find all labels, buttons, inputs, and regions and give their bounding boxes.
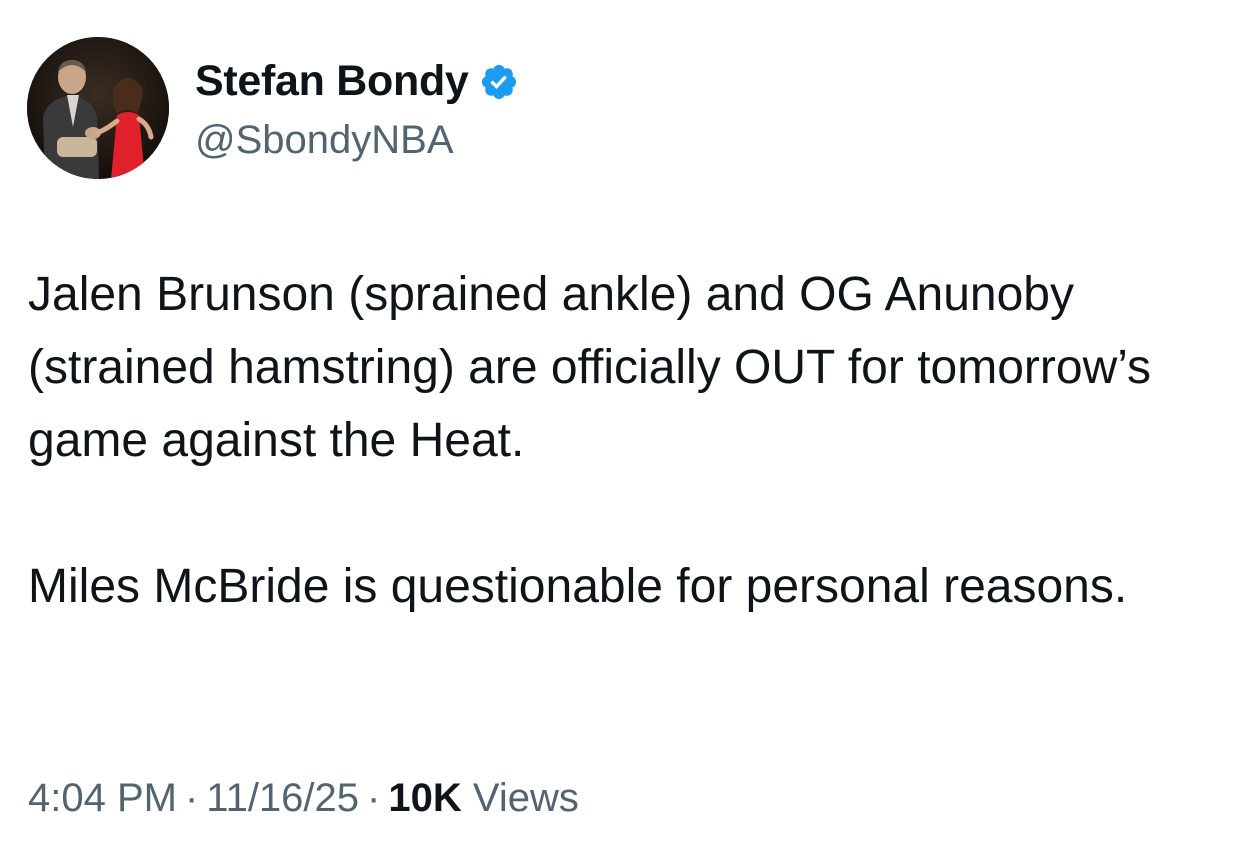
author-name-row[interactable]: Stefan Bondy — [195, 56, 519, 106]
views-count[interactable]: 10K — [388, 776, 461, 820]
tweet-paragraph: Miles McBride is questionable for person… — [28, 560, 1128, 613]
avatar-photo — [27, 37, 169, 179]
meta-separator: · — [184, 776, 199, 820]
tweet-date[interactable]: 11/16/25 — [206, 776, 359, 820]
tweet-time[interactable]: 4:04 PM — [28, 776, 177, 820]
display-name[interactable]: Stefan Bondy — [195, 57, 469, 106]
views-label[interactable]: Views — [473, 776, 579, 820]
author-handle[interactable]: @SbondyNBA — [195, 118, 454, 163]
tweet-paragraph: Jalen Brunson (sprained ankle) and OG An… — [28, 268, 1152, 467]
tweet-meta: 4:04 PM · 11/16/25 · 10K Views — [28, 776, 579, 821]
tweet-card: Stefan Bondy @SbondyNBA Jalen Brunson (s… — [0, 0, 1242, 853]
avatar[interactable] — [27, 37, 169, 179]
verified-badge-icon — [481, 64, 516, 100]
tweet-text: Jalen Brunson (sprained ankle) and OG An… — [28, 258, 1218, 623]
meta-separator: · — [367, 776, 381, 820]
